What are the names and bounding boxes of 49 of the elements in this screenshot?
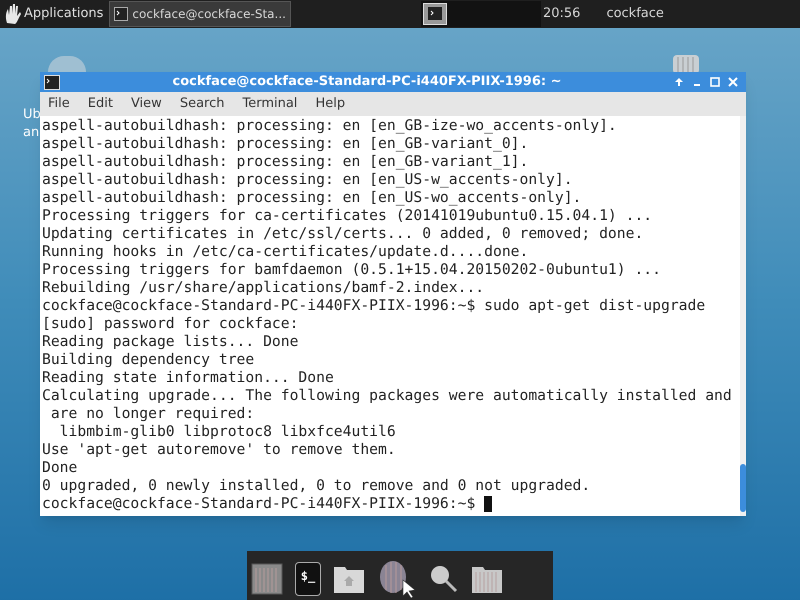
terminal-line: aspell-autobuildhash: processing: en [en_US-wo_accents-only]. xyxy=(42,189,582,207)
menu-item[interactable]: File xyxy=(48,94,70,114)
terminal-line: Processing triggers for ca-certificates (20141019ubuntu0.15.04.1) ... xyxy=(42,207,652,225)
terminal-line: cockface@cockface-Standard-PC-i440FX-PIIX-1996:~$ sudo apt-get dist-upgrade xyxy=(42,297,706,315)
text-cursor xyxy=(484,496,492,512)
terminal-icon xyxy=(44,74,60,90)
taskbar-button[interactable]: cockface@cockface-Sta... xyxy=(109,1,291,27)
terminal-line: aspell-autobuildhash: processing: en [en_GB-variant_1]. xyxy=(42,153,528,171)
terminal-line: aspell-autobuildhash: processing: en [en_GB-variant_0]. xyxy=(42,135,528,153)
terminal-thumbnail-icon xyxy=(422,3,447,25)
user-name[interactable]: cockface xyxy=(606,4,664,24)
maximize-icon[interactable] xyxy=(710,77,720,87)
terminal-line: Running hooks in /etc/ca-certificates/update.d....done. xyxy=(42,243,528,261)
window-title: cockface@cockface-Standard-PC-i440FX-PIIX-1996: ~ xyxy=(171,73,563,92)
search-icon[interactable] xyxy=(429,564,459,594)
terminal-line: Use 'apt-get autoremove' to remove them. xyxy=(42,441,396,459)
terminal-icon xyxy=(114,7,128,21)
task-title: cockface@cockface-Sta... xyxy=(132,6,286,23)
terminal-line: libmbim-glib0 libprotoc8 libxfce4util6 xyxy=(58,423,396,441)
desktop-icon-label: Ub xyxy=(23,106,41,124)
terminal-line: Done xyxy=(42,459,78,477)
terminal-line: Processing triggers for bamfdaemon (0.5.1+15.04.20150202-0ubuntu1) ... xyxy=(42,261,661,279)
globe-icon[interactable] xyxy=(377,560,417,598)
terminal-line: Building dependency tree xyxy=(42,351,254,369)
menu-item[interactable]: Terminal xyxy=(242,94,298,114)
scrollbar-thumb[interactable] xyxy=(740,464,746,512)
menu-item[interactable]: Edit xyxy=(88,94,113,114)
terminal-line: Reading state information... Done xyxy=(42,369,334,387)
applications-menu[interactable]: Applications xyxy=(24,4,104,24)
menu-item[interactable]: View xyxy=(130,94,162,114)
terminal-line: aspell-autobuildhash: processing: en [en_GB-ize-wo_accents-only]. xyxy=(42,117,617,135)
menu-item[interactable]: Help xyxy=(315,94,346,114)
menu-item[interactable]: Search xyxy=(180,94,224,114)
terminal-line: Reading package lists... Done xyxy=(42,333,298,351)
terminal-line: [sudo] password for cockface: xyxy=(42,315,298,333)
terminal-line: 0 upgraded, 0 newly installed, 0 to remove and 0 not upgraded. xyxy=(42,477,590,495)
window-icon[interactable] xyxy=(251,562,283,596)
terminal-line: Rebuilding /usr/share/applications/bamf-2.index... xyxy=(42,279,484,297)
close-icon[interactable] xyxy=(728,77,738,87)
terminal-launcher[interactable]: $_ xyxy=(295,562,321,596)
terminal-line: aspell-autobuildhash: processing: en [en_US-w_accents-only]. xyxy=(42,171,573,189)
desktop-icon-label: an xyxy=(23,124,40,142)
terminal-line: Calculating upgrade... The following packages were automatically installed and xyxy=(42,387,732,405)
clock[interactable]: 20:56 xyxy=(542,4,580,24)
terminal-line: are no longer required: xyxy=(50,405,254,423)
hand-logo-icon[interactable] xyxy=(4,3,22,25)
arrow-up-icon[interactable] xyxy=(674,77,684,87)
terminal-line: cockface@cockface-Standard-PC-i440FX-PIIX-1996:~$ xyxy=(42,495,476,513)
terminal-line: Updating certificates in /etc/ssl/certs... 0 added, 0 removed; done. xyxy=(42,225,644,243)
